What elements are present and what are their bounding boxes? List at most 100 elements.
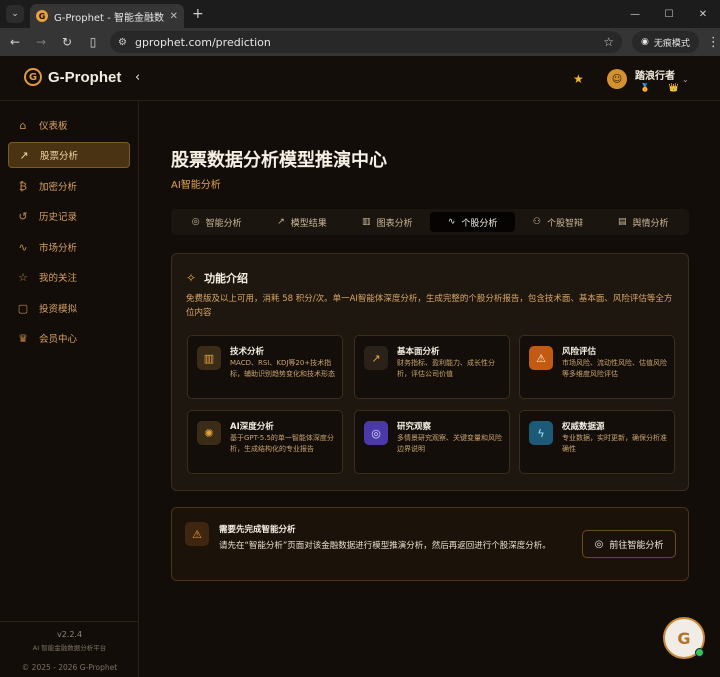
chevron-down-icon[interactable]: ⌄ — [682, 75, 689, 84]
tab-icon: ↗ — [277, 217, 285, 227]
close-tab-icon[interactable]: ✕ — [170, 11, 178, 22]
feature-desc: 市场风险、流动性风险、估值风险等多维度风险评估 — [562, 359, 667, 378]
analysis-tab[interactable]: ↗ 模型结果 — [259, 212, 344, 232]
tab-label: 图表分析 — [376, 218, 413, 229]
sidebar-footer: v2.2.4 AI 智能金融数据分析平台 © 2025 - 2026 G-Pro… — [0, 621, 139, 672]
copyright-text: © 2025 - 2026 G-Prophet — [21, 663, 118, 672]
analysis-tab[interactable]: ⚇ 个股智辩 — [515, 212, 600, 232]
feature-card: ϟ 权威数据源 专业数据，实时更新，确保分析准确性 — [519, 410, 675, 474]
sidebar-item-icon: ∿ — [18, 240, 28, 254]
analysis-tab[interactable]: ∿ 个股分析 — [429, 212, 516, 232]
tab-icon: ⚇ — [532, 217, 541, 227]
feature-icon: ▥ — [197, 346, 221, 370]
sidebar-item[interactable]: ⌂ 仪表板 — [8, 112, 130, 138]
online-status-dot — [695, 648, 704, 657]
sidebar-item-label: 股票分析 — [40, 151, 79, 162]
user-avatar[interactable]: ☺ — [607, 69, 627, 89]
url-text: gprophet.com/prediction — [134, 35, 271, 49]
feature-card: ◎ 研究观察多情景研究观察、关键变量和风险边界说明 — [354, 410, 510, 474]
sidebar-item[interactable]: ☆ 我的关注 — [8, 264, 130, 290]
sidebar-item-label: 投资模拟 — [39, 304, 78, 315]
window-close-icon[interactable]: ✕ — [686, 0, 720, 28]
favorite-star-icon[interactable]: ★ — [573, 72, 584, 86]
sidebar-item[interactable]: ↗ 股票分析 — [8, 142, 130, 168]
tab-icon: ∿ — [447, 217, 456, 227]
main-content: 股票数据分析模型推演中心 AI智能分析 ◎ 智能分析 ↗ 模型结果 ▥ 图表分析 ∿ 个股分析… — [139, 101, 720, 677]
tab-label: 个股分析 — [461, 218, 498, 229]
user-badges: 🏅 👑 — [640, 83, 687, 92]
incognito-label: 无痕模式 — [653, 38, 690, 49]
feature-desc: 财务指标、盈利能力、成长性分析，评估公司价值 — [397, 359, 495, 378]
incognito-icon: ◉ — [641, 37, 649, 47]
notice-title: 需要先完成智能分析 — [219, 525, 296, 535]
brand-logo[interactable]: G G-Prophet — [24, 68, 121, 86]
sidebar-item-label: 历史记录 — [39, 212, 78, 223]
url-field[interactable]: ⚙ gprophet.com/prediction ☆ — [110, 31, 622, 53]
warning-icon: ⚠ — [185, 522, 209, 546]
feature-card: ↗ 基本面分析 财务指标、盈利能力、成长性分析，评估公司价值 — [354, 335, 510, 399]
feature-icon: ↗ — [364, 346, 388, 370]
sidebar-toggle-icon[interactable]: ▯ — [82, 31, 104, 53]
sidebar-item-icon: ▢ — [17, 301, 29, 315]
minimize-icon[interactable]: — — [618, 0, 652, 28]
feature-icon: ✺ — [197, 421, 221, 445]
sidebar-item-label: 市场分析 — [39, 243, 78, 254]
address-bar: ← → ↻ ▯ ⚙ gprophet.com/prediction ☆ ◉ 无痕… — [0, 28, 720, 56]
page-title: 股票数据分析模型推演中心 — [171, 150, 387, 171]
feature-intro-title: 功能介绍 — [204, 272, 249, 285]
sidebar-item[interactable]: ₿ 加密分析 — [8, 173, 130, 199]
analysis-tabs: ◎ 智能分析 ↗ 模型结果 ▥ 图表分析 ∿ 个股分析 ⚇ 个股智辩 ▤ 舆情分析 — [171, 209, 689, 235]
tab-label: 智能分析 — [205, 218, 242, 229]
sidebar-item-icon: ⌂ — [19, 118, 27, 132]
forward-icon[interactable]: → — [30, 31, 52, 53]
go-button-label: 前往智能分析 — [609, 540, 664, 551]
go-to-smart-analysis-button[interactable]: ◎ 前往智能分析 — [582, 530, 676, 558]
sidebar-item-label: 会员中心 — [39, 334, 78, 345]
bookmark-star-icon[interactable]: ☆ — [603, 35, 614, 49]
back-icon[interactable]: ← — [4, 31, 26, 53]
new-tab-icon[interactable]: + — [192, 6, 204, 22]
browser-tab-bar: ⌄ G G-Prophet - 智能金融数据分析 ✕ + — ☐ ✕ — [0, 0, 720, 28]
window-controls: — ☐ ✕ — [618, 0, 720, 28]
reload-icon[interactable]: ↻ — [56, 31, 78, 53]
sidebar: ⌂ 仪表板 ↗ 股票分析 ₿ 加密分析 ↺ 历史记录 ∿ 市场分析 ☆ 我的关注 ▢ 投资模拟 ♛ 会员中心 … — [0, 101, 139, 677]
collapse-sidebar-icon[interactable]: ‹ — [135, 70, 140, 85]
sidebar-item-label: 我的关注 — [39, 273, 78, 284]
notice-text: 请先在“智能分析”页面对该金融数据进行模型推演分析，然后再返回进行个股深度分析。 — [219, 541, 551, 551]
browser-menu-icon[interactable]: ⋮ — [707, 35, 720, 50]
feature-card: ✺ AI深度分析 基于GPT-5.5的单一智能体深度分析，生成结构化的专业报告 — [187, 410, 343, 474]
sidebar-item[interactable]: ↺ 历史记录 — [8, 203, 130, 229]
logo-icon: G — [24, 68, 42, 86]
feature-desc: 多情景研究观察、关键变量和风险边界说明 — [397, 434, 502, 453]
tab-search-icon[interactable]: ⌄ — [6, 5, 24, 23]
sidebar-item-icon: ↗ — [19, 148, 29, 162]
sidebar-item-icon: ₿ — [18, 179, 28, 193]
sidebar-item-label: 加密分析 — [39, 182, 78, 193]
sidebar-item[interactable]: ▢ 投资模拟 — [8, 295, 130, 321]
app-header: G G-Prophet ‹ ★ ☺ 踏浪行者 🏅 👑 ⌄ — [0, 56, 720, 101]
sparkle-icon: ✧ — [186, 271, 197, 285]
feature-desc: 专业数据，实时更新，确保分析准确性 — [562, 434, 667, 453]
tab-label: 模型结果 — [290, 218, 327, 229]
feature-icon: ◎ — [364, 421, 388, 445]
sidebar-item-icon: ♛ — [18, 331, 28, 345]
analysis-tab[interactable]: ▥ 图表分析 — [345, 212, 430, 232]
site-info-icon[interactable]: ⚙ — [118, 37, 127, 48]
tab-icon: ▥ — [362, 217, 371, 227]
analysis-tab[interactable]: ◎ 智能分析 — [174, 212, 259, 232]
maximize-icon[interactable]: ☐ — [652, 0, 686, 28]
analysis-tab[interactable]: ▤ 舆情分析 — [601, 212, 686, 232]
favicon-icon: G — [36, 10, 48, 22]
feature-title: AI深度分析 — [230, 422, 274, 432]
brand-name: G-Prophet — [48, 68, 122, 86]
feature-title: 研究观察 — [397, 422, 432, 432]
incognito-indicator[interactable]: ◉ 无痕模式 — [632, 31, 699, 53]
feature-icon: ⚠ — [529, 346, 553, 370]
sidebar-item[interactable]: ∿ 市场分析 — [8, 234, 130, 260]
target-icon: ◎ — [594, 538, 604, 550]
sidebar-item[interactable]: ♛ 会员中心 — [8, 325, 130, 351]
feature-intro-desc: 免费版及以上可用，消耗 58 积分/次。单一AI智能体深度分析，生成完整的个股分… — [186, 294, 673, 318]
browser-tab[interactable]: G G-Prophet - 智能金融数据分析 ✕ — [30, 4, 184, 28]
feature-title: 技术分析 — [230, 347, 265, 357]
user-name[interactable]: 踏浪行者 — [635, 67, 675, 82]
